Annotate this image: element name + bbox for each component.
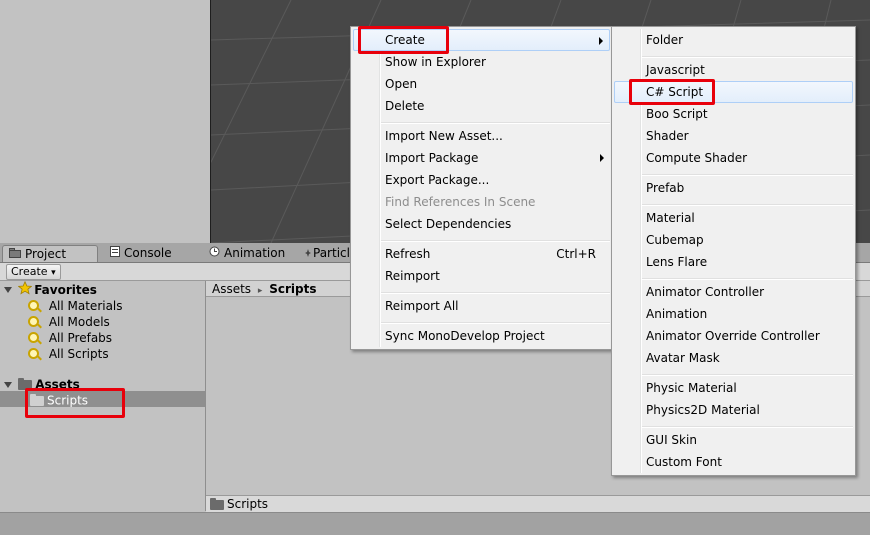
menu-item-custom-font[interactable]: Custom Font	[614, 451, 853, 473]
create-submenu: Folder Javascript C# Script Boo Script S…	[611, 26, 856, 476]
animation-clock-icon	[209, 245, 220, 262]
tree-item-all-prefabs[interactable]: All Prefabs	[28, 329, 112, 345]
menu-item-delete[interactable]: Delete	[353, 95, 610, 117]
shortcut-label: Ctrl+R	[556, 247, 596, 261]
tree-item-all-models[interactable]: All Models	[28, 313, 110, 329]
tab-project[interactable]: Project	[2, 245, 98, 262]
menu-separator	[642, 204, 853, 206]
breadcrumb-current[interactable]: Scripts	[269, 282, 316, 296]
create-dropdown[interactable]: Create ▾	[6, 264, 61, 280]
menu-item-open[interactable]: Open	[353, 73, 610, 95]
tree-item-all-materials[interactable]: All Materials	[28, 297, 123, 313]
menu-item-import-new-asset[interactable]: Import New Asset...	[353, 125, 610, 147]
tab-animation[interactable]: Animation	[203, 245, 303, 262]
search-icon	[28, 300, 39, 311]
menu-item-select-dependencies[interactable]: Select Dependencies	[353, 213, 610, 235]
folder-icon	[30, 393, 44, 406]
top-left-panel	[0, 0, 209, 243]
menu-item-reimport[interactable]: Reimport	[353, 265, 610, 287]
menu-item-physic-material[interactable]: Physic Material	[614, 377, 853, 399]
menu-separator	[642, 374, 853, 376]
search-icon	[28, 332, 39, 343]
particle-icon	[305, 245, 311, 262]
menu-item-avatar-mask[interactable]: Avatar Mask	[614, 347, 853, 369]
tab-particle[interactable]: Particl	[303, 245, 353, 262]
status-bar	[0, 512, 870, 535]
menu-item-cubemap[interactable]: Cubemap	[614, 229, 853, 251]
menu-item-lens-flare[interactable]: Lens Flare	[614, 251, 853, 273]
menu-separator	[381, 122, 610, 124]
folder-icon	[210, 497, 224, 510]
chevron-down-icon: ▾	[51, 268, 56, 278]
menu-item-boo-script[interactable]: Boo Script	[614, 103, 853, 125]
tree-item-assets[interactable]: Assets	[4, 376, 80, 392]
menu-item-animator-override-controller[interactable]: Animator Override Controller	[614, 325, 853, 347]
tree-item-scripts[interactable]: Scripts	[30, 392, 88, 408]
menu-separator	[381, 322, 610, 324]
menu-item-show-in-explorer[interactable]: Show in Explorer	[353, 51, 610, 73]
menu-item-animator-controller[interactable]: Animator Controller	[614, 281, 853, 303]
submenu-arrow-icon	[599, 37, 603, 45]
menu-item-refresh[interactable]: Refresh Ctrl+R	[353, 243, 610, 265]
menu-item-folder[interactable]: Folder	[614, 29, 853, 51]
search-icon	[28, 316, 39, 327]
menu-item-prefab[interactable]: Prefab	[614, 177, 853, 199]
menu-item-compute-shader[interactable]: Compute Shader	[614, 147, 853, 169]
console-icon	[110, 245, 120, 262]
context-menu: Create Show in Explorer Open Delete Impo…	[350, 26, 613, 350]
menu-item-javascript[interactable]: Javascript	[614, 59, 853, 81]
expand-triangle-icon	[4, 287, 12, 293]
menu-item-import-package[interactable]: Import Package	[353, 147, 610, 169]
menu-item-reimport-all[interactable]: Reimport All	[353, 295, 610, 317]
breadcrumb-separator-icon: ▸	[257, 286, 263, 296]
selected-path-bar: Scripts	[206, 495, 870, 512]
menu-item-find-references: Find References In Scene	[385, 195, 536, 209]
menu-separator	[642, 426, 853, 428]
menu-separator	[381, 292, 610, 294]
menu-item-create[interactable]: Create	[353, 29, 610, 51]
folder-icon	[18, 377, 33, 390]
tab-console[interactable]: Console	[104, 245, 202, 262]
tree-item-all-scripts[interactable]: All Scripts	[28, 345, 109, 361]
menu-separator	[642, 56, 853, 58]
expand-triangle-icon	[4, 381, 12, 388]
menu-item-csharp-script[interactable]: C# Script	[614, 81, 853, 103]
search-icon	[28, 348, 39, 359]
menu-separator	[381, 240, 610, 242]
menu-item-physics2d-material[interactable]: Physics2D Material	[614, 399, 853, 421]
menu-item-material[interactable]: Material	[614, 207, 853, 229]
project-icon	[9, 246, 21, 263]
menu-item-sync-monodevelop[interactable]: Sync MonoDevelop Project	[353, 325, 610, 347]
breadcrumb-assets[interactable]: Assets	[212, 282, 251, 296]
menu-separator	[642, 278, 853, 280]
menu-item-animation[interactable]: Animation	[614, 303, 853, 325]
tree-item-favorites[interactable]: Favorites	[4, 280, 97, 297]
submenu-arrow-icon	[600, 154, 604, 162]
menu-item-shader[interactable]: Shader	[614, 125, 853, 147]
project-tree: Favorites All Materials All Models All P…	[0, 280, 206, 511]
menu-separator	[642, 174, 853, 176]
menu-item-export-package[interactable]: Export Package...	[353, 169, 610, 191]
menu-item-gui-skin[interactable]: GUI Skin	[614, 429, 853, 451]
